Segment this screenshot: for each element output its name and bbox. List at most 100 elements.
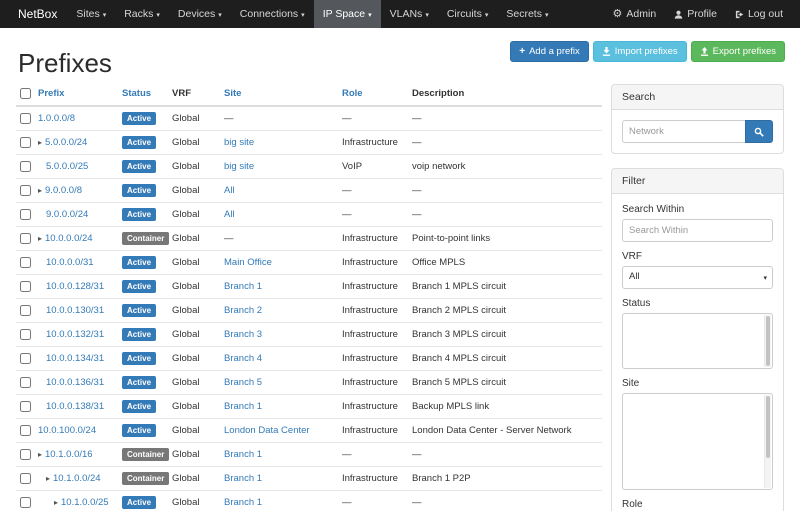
row-checkbox[interactable] [20, 377, 31, 388]
tree-indent [38, 312, 46, 313]
row-checkbox[interactable] [20, 257, 31, 268]
tree-indent [38, 360, 46, 361]
row-checkbox[interactable] [20, 185, 31, 196]
search-within-input[interactable] [622, 219, 773, 242]
table-row: 10.0.100.0/24 Active Global London Data … [16, 419, 602, 443]
column-header-prefix[interactable]: Prefix [34, 84, 118, 106]
search-button[interactable] [745, 120, 773, 143]
row-checkbox[interactable] [20, 113, 31, 124]
add-prefix-label: Add a prefix [529, 46, 580, 57]
site-link[interactable]: Branch 5 [224, 377, 262, 388]
export-prefixes-button[interactable]: Export prefixes [691, 41, 785, 62]
row-checkbox[interactable] [20, 473, 31, 484]
nav-item-connections[interactable]: Connections ▾ [231, 0, 314, 28]
site-link[interactable]: Branch 1 [224, 473, 262, 484]
column-header-status[interactable]: Status [118, 84, 168, 106]
nav-item-ip-space[interactable]: IP Space ▾ [314, 0, 381, 28]
prefix-table: PrefixStatusVRFSiteRoleDescription 1.0.0… [16, 84, 602, 511]
user-nav-item-profile[interactable]: Profile [665, 0, 726, 28]
page-title: Prefixes [18, 48, 112, 79]
nav-item-secrets[interactable]: Secrets ▾ [497, 0, 557, 28]
filter-panel: Filter Search Within VRF All ▾ Status Si… [611, 168, 784, 511]
prefix-link[interactable]: 9.0.0.0/8 [45, 185, 82, 196]
row-checkbox[interactable] [20, 209, 31, 220]
nav-item-racks[interactable]: Racks ▾ [115, 0, 169, 28]
tree-expand-icon: ▸ [38, 234, 42, 243]
user-nav: ⚙ Admin Profile Log out [604, 0, 800, 28]
row-checkbox[interactable] [20, 137, 31, 148]
nav-item-devices[interactable]: Devices ▾ [169, 0, 231, 28]
search-input[interactable] [622, 120, 745, 143]
prefix-link[interactable]: 1.0.0.0/8 [38, 113, 75, 124]
tree-indent [38, 288, 46, 289]
row-checkbox[interactable] [20, 305, 31, 316]
prefix-link[interactable]: 10.1.0.0/24 [53, 473, 101, 484]
site-link[interactable]: Branch 1 [224, 401, 262, 412]
role-cell: — [338, 106, 408, 131]
site-link[interactable]: big site [224, 137, 254, 148]
description-cell: — [408, 491, 602, 511]
prefix-link[interactable]: 5.0.0.0/24 [45, 137, 87, 148]
table-row: ▸10.1.0.0/24 Container Global Branch 1 I… [16, 467, 602, 491]
prefix-link[interactable]: 10.0.0.130/31 [46, 305, 104, 316]
prefix-link[interactable]: 10.0.0.128/31 [46, 281, 104, 292]
site-link[interactable]: big site [224, 161, 254, 172]
nav-item-vlans[interactable]: VLANs ▾ [381, 0, 438, 28]
user-nav-item-log-out[interactable]: Log out [726, 0, 792, 28]
table-row: ▸10.0.0.0/24 Container Global — Infrastr… [16, 227, 602, 251]
scrollbar-thumb[interactable] [766, 316, 770, 366]
row-checkbox[interactable] [20, 449, 31, 460]
status-listbox-scrollbar[interactable] [764, 315, 771, 367]
site-link[interactable]: London Data Center [224, 425, 310, 436]
prefix-link[interactable]: 10.0.100.0/24 [38, 425, 96, 436]
row-checkbox[interactable] [20, 161, 31, 172]
site-link[interactable]: Branch 1 [224, 497, 262, 508]
vrf-cell: Global [168, 251, 220, 275]
site-link[interactable]: Branch 3 [224, 329, 262, 340]
brand-netbox[interactable]: NetBox [8, 0, 67, 28]
row-checkbox[interactable] [20, 281, 31, 292]
import-prefixes-button[interactable]: Import prefixes [593, 41, 687, 62]
prefix-link[interactable]: 10.0.0.0/24 [45, 233, 93, 244]
nav-item-sites[interactable]: Sites ▾ [67, 0, 115, 28]
prefix-link[interactable]: 10.0.0.0/31 [46, 257, 94, 268]
table-row: ▸5.0.0.0/24 Active Global big site Infra… [16, 131, 602, 155]
prefix-link[interactable]: 10.0.0.138/31 [46, 401, 104, 412]
row-checkbox[interactable] [20, 425, 31, 436]
row-checkbox[interactable] [20, 497, 31, 508]
prefix-link[interactable]: 5.0.0.0/25 [46, 161, 88, 172]
site-link[interactable]: Branch 4 [224, 353, 262, 364]
site-listbox[interactable] [622, 393, 773, 490]
select-all-checkbox[interactable] [20, 88, 31, 99]
site-link[interactable]: All [224, 209, 235, 220]
add-prefix-button[interactable]: + Add a prefix [510, 41, 589, 62]
prefix-link[interactable]: 10.1.0.0/16 [45, 449, 93, 460]
prefix-link[interactable]: 10.1.0.0/25 [61, 497, 109, 508]
prefix-link[interactable]: 9.0.0.0/24 [46, 209, 88, 220]
row-checkbox[interactable] [20, 401, 31, 412]
row-checkbox[interactable] [20, 353, 31, 364]
prefix-link[interactable]: 10.0.0.132/31 [46, 329, 104, 340]
site-link[interactable]: Branch 2 [224, 305, 262, 316]
row-checkbox[interactable] [20, 233, 31, 244]
site-link[interactable]: All [224, 185, 235, 196]
prefix-link[interactable]: 10.0.0.136/31 [46, 377, 104, 388]
status-badge: Active [122, 352, 156, 365]
vrf-cell: Global [168, 371, 220, 395]
user-nav-item-admin[interactable]: ⚙ Admin [604, 0, 666, 28]
site-link[interactable]: Branch 1 [224, 449, 262, 460]
vrf-select[interactable]: All ▾ [622, 266, 773, 289]
nav-item-circuits[interactable]: Circuits ▾ [438, 0, 498, 28]
status-listbox[interactable] [622, 313, 773, 369]
site-link[interactable]: Main Office [224, 257, 272, 268]
site-link[interactable]: Branch 1 [224, 281, 262, 292]
column-header-role[interactable]: Role [338, 84, 408, 106]
prefix-link[interactable]: 10.0.0.134/31 [46, 353, 104, 364]
vrf-cell: Global [168, 179, 220, 203]
row-checkbox[interactable] [20, 329, 31, 340]
scrollbar-thumb[interactable] [766, 396, 770, 458]
column-header-site[interactable]: Site [220, 84, 338, 106]
status-badge: Active [122, 208, 156, 221]
tree-indent [38, 408, 46, 409]
site-listbox-scrollbar[interactable] [764, 395, 771, 488]
